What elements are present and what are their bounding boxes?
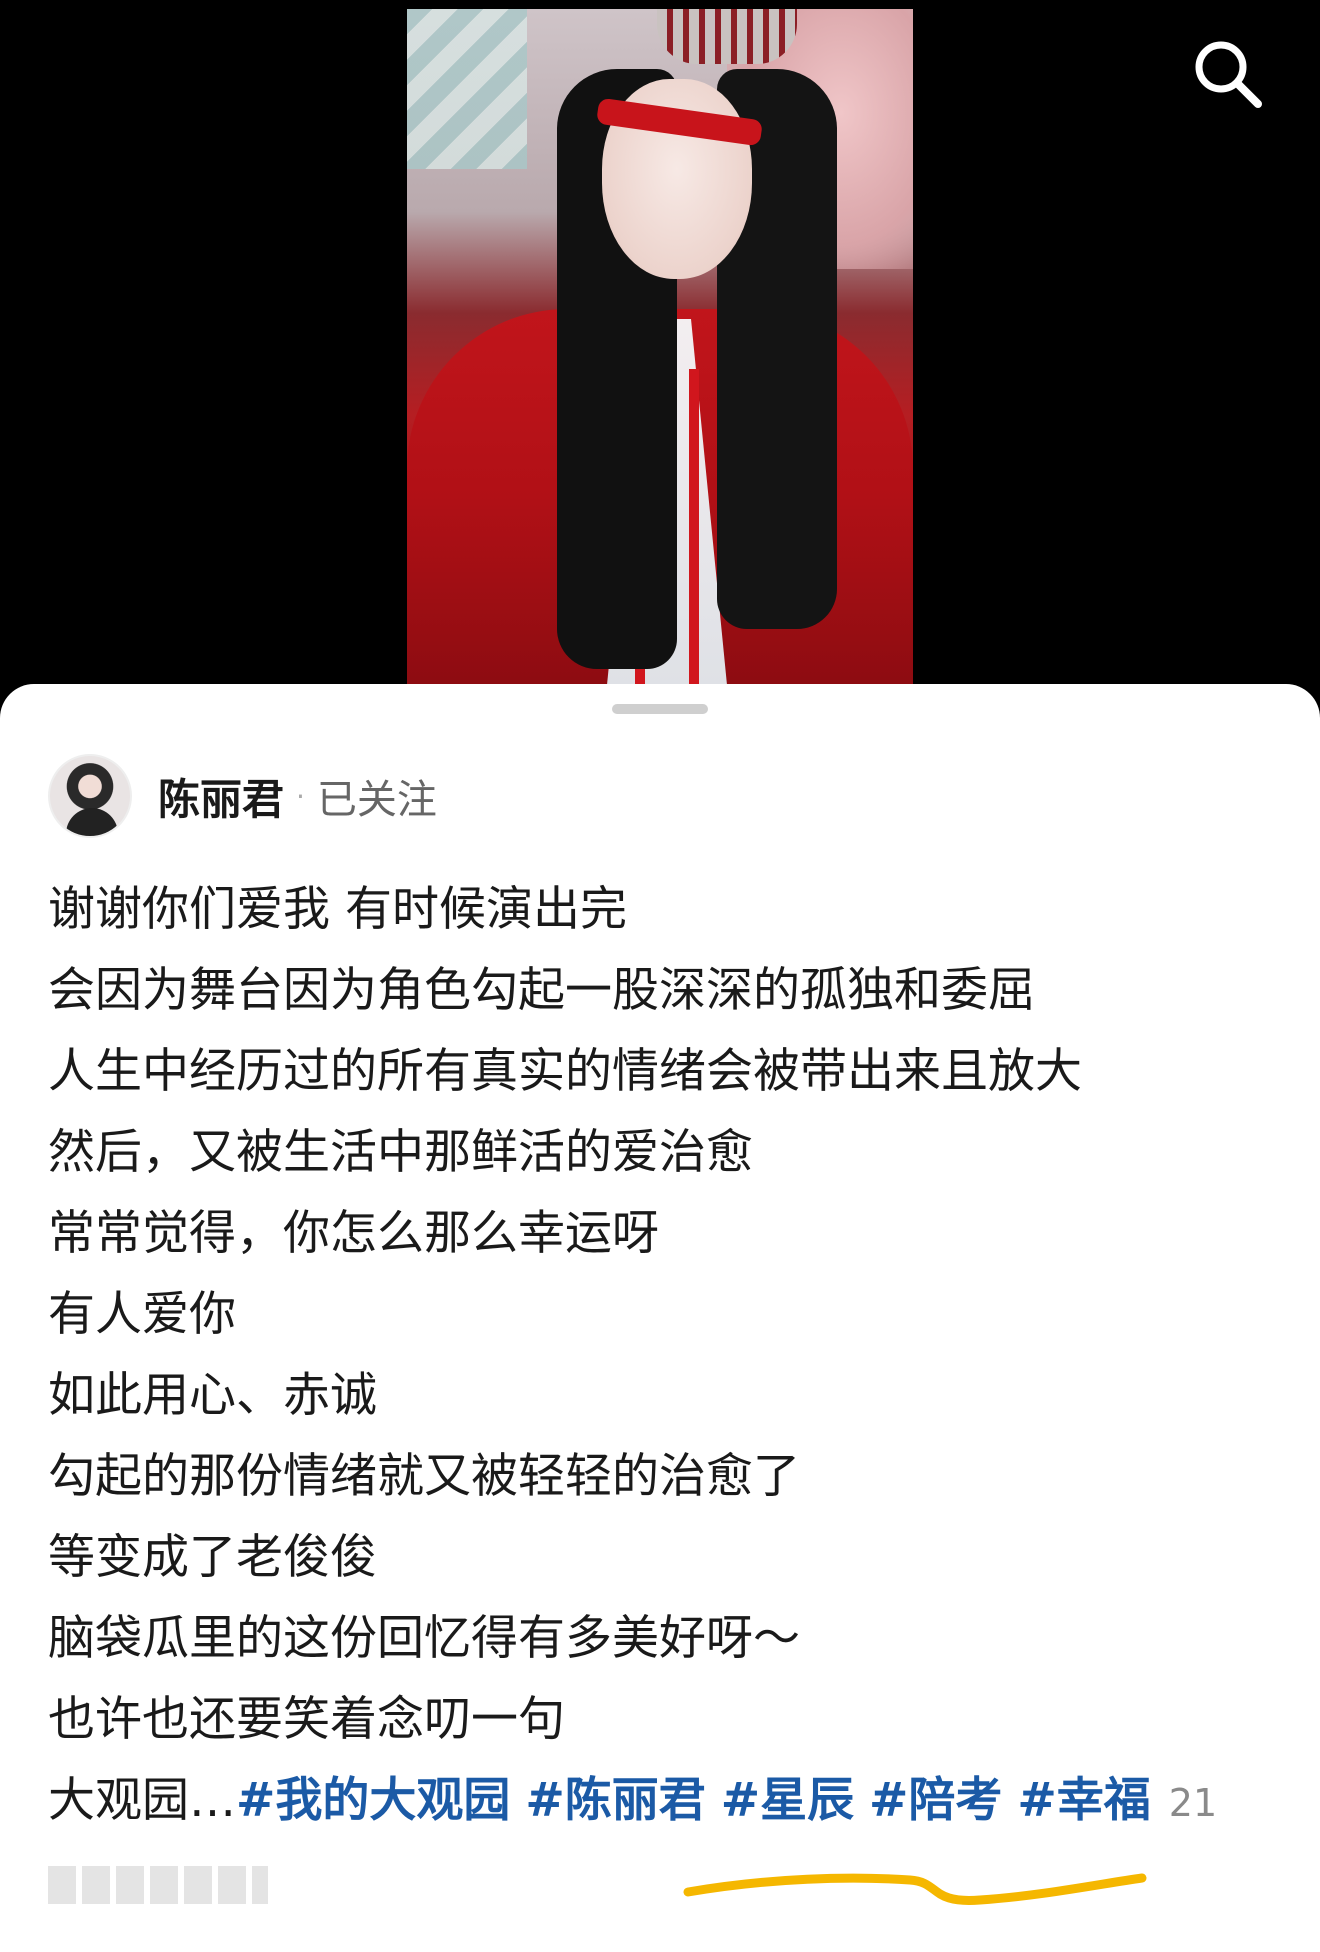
hashtag-link[interactable]: #陪考: [869, 1773, 1002, 1828]
post-line: 人生中经历过的所有真实的情绪会被带出来且放大: [48, 1044, 1082, 1099]
post-text: 谢谢你们爱我 有时候演出完 会因为舞台因为角色勾起一股深深的孤独和委屈 人生中经…: [48, 869, 1278, 1844]
author-row: 陈丽君 · 已关注: [48, 754, 437, 838]
photo-headdress: [657, 9, 797, 64]
hashtag-link[interactable]: #星辰: [721, 1773, 854, 1828]
post-photo[interactable]: [407, 9, 913, 685]
post-line: 如此用心、赤诚: [48, 1368, 377, 1423]
avatar-figure: [66, 808, 118, 836]
post-line: 常常觉得，你怎么那么幸运呀: [48, 1206, 659, 1261]
post-line: 会因为舞台因为角色勾起一股深深的孤独和委屈: [48, 963, 1035, 1018]
sheet-drag-handle[interactable]: [612, 704, 708, 714]
search-button[interactable]: [1188, 34, 1268, 114]
author-name[interactable]: 陈丽君: [158, 766, 284, 827]
post-line: 谢谢你们爱我 有时候演出完: [48, 882, 627, 937]
hashtag-link[interactable]: #幸福: [1017, 1773, 1150, 1828]
trailing-count: 21: [1168, 1781, 1218, 1825]
post-line: 也许也还要笑着念叨一句: [48, 1692, 565, 1747]
post-line: 脑袋瓜里的这份回忆得有多美好呀～: [48, 1611, 800, 1666]
separator-dot: ·: [296, 779, 305, 813]
post-line: 勾起的那份情绪就又被轻轻的治愈了: [48, 1449, 800, 1504]
highlight-underline: [683, 1873, 1147, 1905]
post-line: 有人爱你: [48, 1287, 236, 1342]
hashtag-link[interactable]: #陈丽君: [525, 1773, 705, 1828]
post-line: 等变成了老俊俊: [48, 1530, 377, 1585]
post-line-prefix: 大观园…: [48, 1773, 236, 1828]
hashtag-link[interactable]: #我的大观园: [236, 1773, 510, 1828]
image-viewer: [0, 0, 1320, 700]
post-last-line: 大观园…#我的大观园 #陈丽君 #星辰 #陪考 #幸福 21: [48, 1760, 1278, 1844]
search-icon: [1195, 41, 1262, 108]
avatar[interactable]: [48, 754, 132, 838]
photo-background-pattern: [407, 9, 527, 169]
photo-ribbon: [689, 369, 699, 685]
follow-status[interactable]: 已关注: [317, 767, 437, 825]
redacted-text: [48, 1866, 268, 1904]
post-detail-sheet: 陈丽君 · 已关注 谢谢你们爱我 有时候演出完 会因为舞台因为角色勾起一股深深的…: [0, 684, 1320, 1952]
post-line: 然后，又被生活中那鲜活的爱治愈: [48, 1125, 753, 1180]
